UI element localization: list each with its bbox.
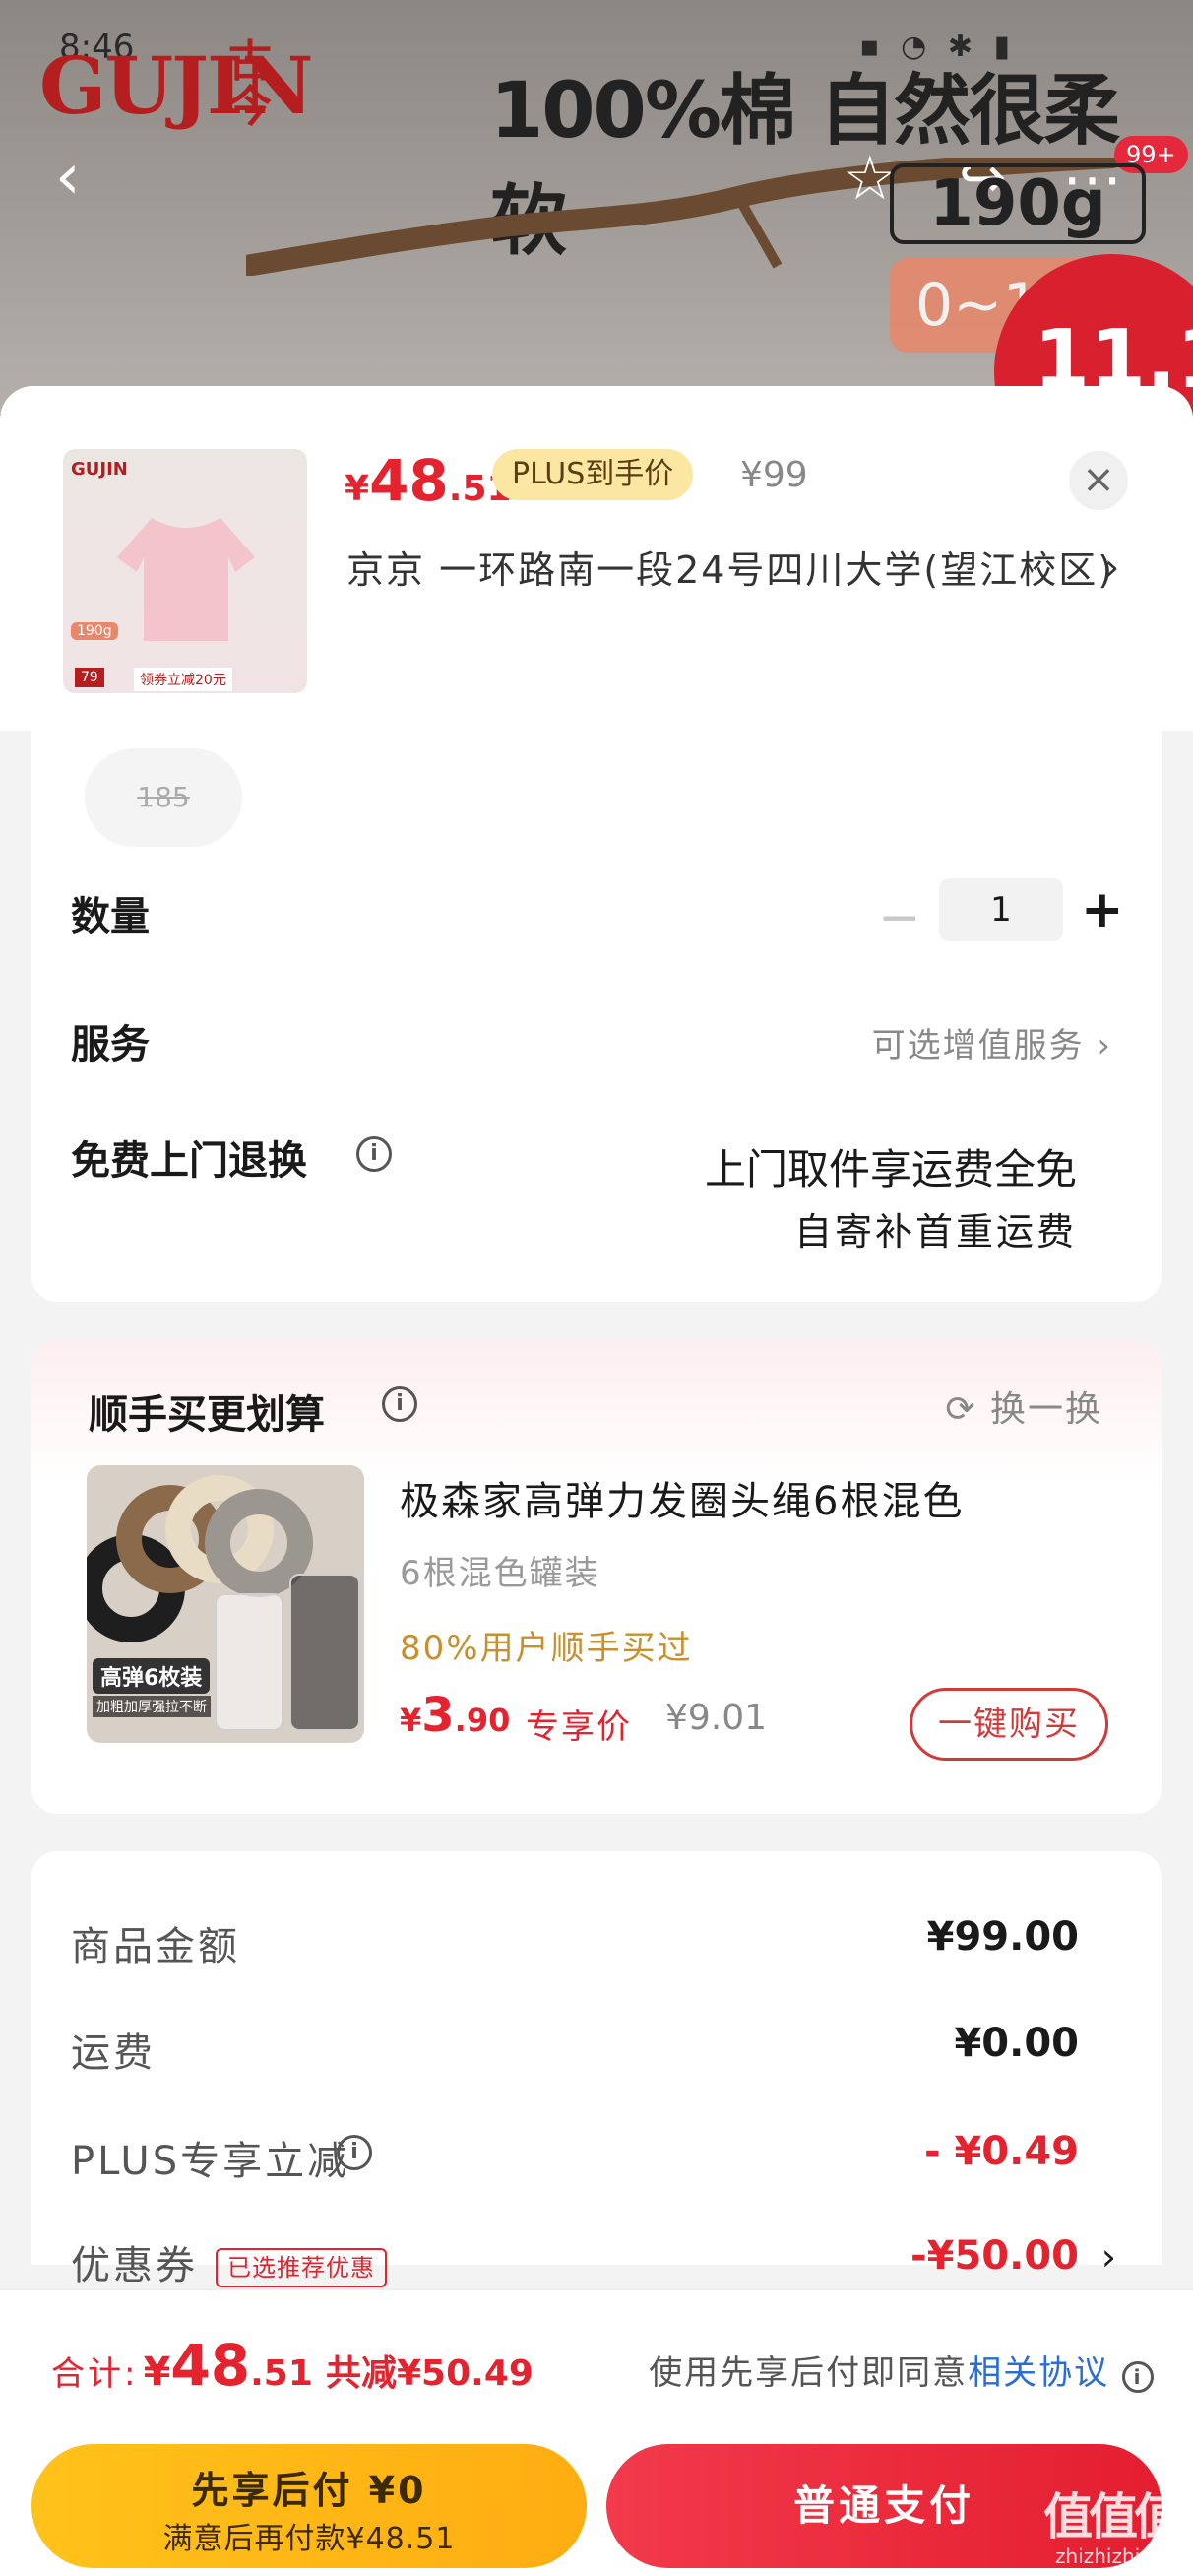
free-return-main: 上门取件享运费全免 — [704, 1145, 1077, 1193]
quantity-label: 数量 — [71, 894, 150, 939]
refresh-label: 换一换 — [989, 1389, 1102, 1430]
info-icon[interactable]: i — [382, 1386, 417, 1422]
jar-image — [215, 1593, 283, 1731]
close-button[interactable]: × — [1069, 451, 1128, 510]
service-label: 服务 — [71, 1022, 150, 1067]
sheet-header: GUJIN 190g 79 领券立减20元 ¥48.51 PLUS到手价 ¥99… — [0, 386, 1193, 731]
checkout-sheet: GUJIN 190g 79 领券立减20元 ¥48.51 PLUS到手价 ¥99… — [0, 386, 1193, 2576]
upsell-product-name[interactable]: 极森家高弹力发圈头绳6根混色 — [400, 1469, 964, 1526]
upsell-image-badge: 高弹6枚装 — [93, 1658, 211, 1694]
coupon-selected-tag: 已选推荐优惠 — [216, 2248, 387, 2287]
service-selector[interactable]: 可选增值服务 › — [872, 1018, 1112, 1066]
upsell-price: ¥3.90 — [400, 1688, 510, 1743]
chevron-right-icon[interactable]: › — [1101, 2235, 1116, 2279]
shirt-image — [117, 518, 255, 641]
summary-label: 运费 — [71, 2030, 156, 2076]
quantity-minus-button[interactable]: − — [878, 892, 921, 943]
size-option-chip[interactable]: 185 — [85, 748, 242, 847]
pay-later-title: 先享后付 ¥0 — [191, 2469, 427, 2512]
product-banner: 8:46 ▪ ◔ ✱ ▮ GUJIN 古今 100%棉 自然很柔软 ‹ ☆ ↪ … — [0, 0, 1193, 414]
service-hint-text: 可选增值服务 — [871, 1026, 1085, 1065]
thumb-price: 79 — [75, 668, 104, 687]
upsell-card: 顺手买更划算 i ⟳ 换一换 高弹6枚装 加粗加厚强拉不断 极森家高弹力发圈头绳… — [31, 1341, 1162, 1814]
site-watermark-url: zhizhizhi.com — [1055, 2544, 1189, 2568]
summary-label: 优惠券 — [71, 2243, 198, 2288]
upsell-product-spec: 6根混色罐装 — [400, 1554, 600, 1593]
refresh-button[interactable]: ⟳ 换一换 — [945, 1381, 1102, 1432]
price-currency: ¥ — [345, 469, 370, 509]
plus-price-tag: PLUS到手价 — [492, 449, 694, 500]
free-return-label: 免费上门退换 — [71, 1138, 307, 1184]
checkout-footer: 合计: ¥48.51 共减¥50.49 使用先享后付即同意相关协议 i 先享后付… — [0, 2288, 1193, 2576]
info-icon[interactable]: i — [356, 1136, 392, 1172]
total-decimal: .51 — [250, 2353, 313, 2394]
jar-image — [289, 1574, 360, 1731]
total-label: 合计: — [51, 2354, 139, 2394]
price-summary: 商品金额 ¥99.00 运费 ¥0.00 PLUS专享立减 i - ¥0.49 … — [31, 1851, 1162, 2288]
options-card: 185 数量 − 1 + 服务 可选增值服务 › 免费上门退换 i 上门取件享运… — [31, 731, 1162, 1302]
product-price: ¥48.51 — [345, 447, 512, 514]
delivery-address[interactable]: 京京 一环路南一段24号四川大学(望江校区) — [346, 546, 1134, 595]
total-currency: ¥ — [143, 2350, 171, 2395]
chevron-right-icon: › — [1097, 1026, 1112, 1065]
upsell-social-proof: 80%用户顺手买过 — [400, 1629, 693, 1668]
summary-label: 商品金额 — [71, 1924, 240, 1969]
agreement-text: 使用先享后付即同意相关协议 i — [649, 2346, 1154, 2394]
info-icon[interactable]: i — [337, 2135, 372, 2170]
chevron-right-icon[interactable]: › — [1104, 546, 1119, 589]
info-icon[interactable]: i — [1122, 2361, 1154, 2393]
total-saved: 共减¥50.49 — [326, 2353, 534, 2394]
product-thumbnail[interactable]: GUJIN 190g 79 领券立减20元 — [63, 449, 307, 693]
brand-logo-cn: 古今 — [228, 36, 272, 132]
order-total: 合计: ¥48.51 共减¥50.49 — [51, 2332, 534, 2399]
original-price: ¥99 — [740, 455, 808, 495]
thumb-coupon: 领券立减20元 — [134, 668, 232, 691]
pay-later-subtitle: 满意后再付款¥48.51 — [162, 2522, 456, 2556]
summary-value: - ¥0.49 — [923, 2129, 1079, 2174]
upsell-image-sub: 加粗加厚强拉不断 — [93, 1696, 211, 1717]
agreement-link[interactable]: 相关协议 — [968, 2353, 1109, 2393]
total-integer: 48 — [170, 2332, 251, 2399]
summary-value: ¥0.00 — [954, 2021, 1079, 2066]
thumb-weight: 190g — [71, 622, 118, 640]
site-watermark: 值值值 — [1043, 2488, 1183, 2545]
quantity-plus-button[interactable]: + — [1081, 878, 1124, 941]
thumb-brand: GUJIN — [71, 459, 128, 480]
exclusive-price-tag: 专享价 — [526, 1707, 632, 1747]
agreement-prefix: 使用先享后付即同意 — [649, 2353, 969, 2393]
refresh-icon: ⟳ — [945, 1389, 977, 1430]
price-currency: ¥ — [400, 1702, 422, 1739]
summary-value: -¥50.00 — [910, 2233, 1079, 2279]
back-icon[interactable]: ‹ — [55, 146, 94, 209]
quantity-input[interactable]: 1 — [939, 878, 1063, 941]
coupon-row[interactable]: 优惠券 已选推荐优惠 — [71, 2233, 387, 2290]
upsell-original-price: ¥9.01 — [665, 1698, 768, 1738]
upsell-product-image[interactable]: 高弹6枚装 加粗加厚强拉不断 — [87, 1465, 364, 1743]
price-integer: 48 — [369, 447, 449, 514]
summary-label: PLUS专享立减 — [71, 2139, 350, 2184]
summary-value: ¥99.00 — [926, 1914, 1079, 1960]
weight-tag: 190g — [890, 163, 1146, 244]
price-integer: 3 — [421, 1688, 455, 1743]
free-return-sub: 自寄补首重运费 — [793, 1210, 1077, 1254]
upsell-title: 顺手买更划算 — [89, 1392, 325, 1438]
one-click-buy-button[interactable]: 一键购买 — [910, 1688, 1108, 1761]
price-decimal: .90 — [454, 1702, 511, 1739]
pay-later-button[interactable]: 先享后付 ¥0 满意后再付款¥48.51 — [31, 2444, 587, 2568]
